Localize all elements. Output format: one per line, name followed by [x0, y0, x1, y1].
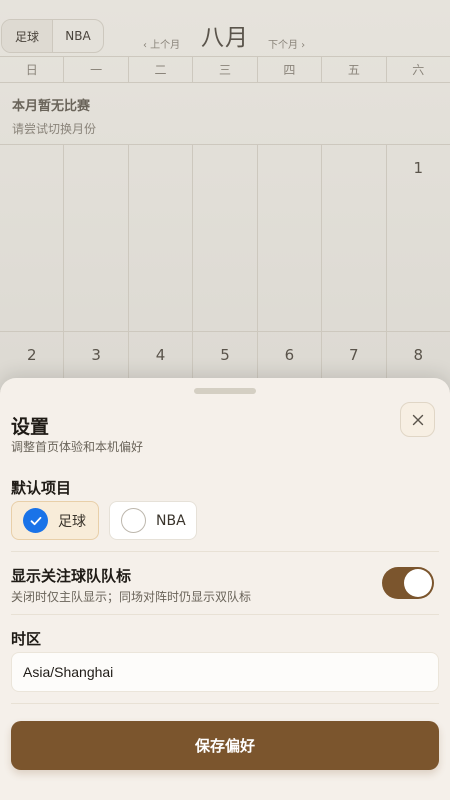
calendar-header: 足球 NBA ‹ 上个月 八月 下个月 ›: [0, 0, 450, 56]
day-number: 5: [220, 346, 230, 364]
divider: [11, 551, 439, 552]
weekday-label: 一: [64, 57, 129, 82]
empty-title: 本月暂无比赛: [12, 99, 91, 114]
prev-month-link[interactable]: ‹ 上个月: [143, 36, 180, 51]
weekday-label: 四: [258, 57, 323, 82]
day-number: 4: [155, 346, 166, 364]
day-number: 2: [26, 346, 37, 364]
team-logo-description: 关闭时仅主队显示；同场对阵时仍显示双队标: [11, 590, 252, 604]
day-cell[interactable]: [322, 145, 387, 331]
month-title: 八月: [201, 25, 249, 51]
day-cell[interactable]: [64, 145, 129, 331]
radio-checked-icon: [23, 508, 48, 533]
empty-hint: 请尝试切换月份: [12, 122, 97, 136]
divider: [11, 614, 439, 615]
weekday-label: 三: [193, 57, 258, 82]
day-number: 1: [413, 159, 424, 177]
option-label: NBA: [156, 512, 186, 529]
option-label: 足球: [58, 513, 86, 530]
day-cell[interactable]: [258, 145, 323, 331]
day-number: 3: [91, 346, 101, 364]
timezone-label: 时区: [11, 630, 42, 648]
close-icon: [412, 414, 423, 425]
toggle-knob: [404, 569, 432, 597]
day-number: 6: [284, 346, 295, 364]
timezone-input[interactable]: [11, 652, 439, 692]
settings-subtitle: 调整首页体验和本机偏好: [11, 440, 144, 454]
day-number: 8: [413, 346, 424, 364]
team-logo-toggle[interactable]: [382, 567, 434, 599]
settings-title: 设置: [11, 416, 50, 438]
day-cell[interactable]: [0, 145, 65, 331]
calendar-week-row: 1: [0, 145, 450, 332]
day-cell[interactable]: [193, 145, 258, 331]
day-cell[interactable]: [129, 145, 194, 331]
divider: [11, 703, 439, 704]
weekday-label: 五: [322, 57, 387, 82]
close-button[interactable]: [400, 402, 435, 437]
weekday-label: 日: [0, 57, 65, 82]
save-preferences-button[interactable]: 保存偏好: [11, 721, 439, 770]
default-sport-option-football[interactable]: 足球: [11, 501, 99, 540]
empty-month-notice: 本月暂无比赛 请尝试切换月份: [0, 83, 450, 145]
weekday-label: 二: [129, 57, 194, 82]
radio-unchecked-icon: [121, 508, 146, 533]
team-logo-label: 显示关注球队队标: [11, 567, 132, 585]
month-nav: ‹ 上个月 八月 下个月 ›: [0, 0, 450, 56]
sheet-drag-handle[interactable]: [194, 388, 256, 394]
default-sport-option-nba[interactable]: NBA: [109, 501, 197, 540]
default-sport-label: 默认项目: [11, 479, 72, 497]
weekday-label: 六: [412, 63, 425, 77]
settings-sheet: 设置 调整首页体验和本机偏好 默认项目 足球 NBA 显示关注球队队标 关闭时仅…: [0, 378, 450, 800]
next-month-link[interactable]: 下个月 ›: [268, 36, 305, 51]
weekday-header: 日 一 二 三 四 五 六: [0, 56, 450, 83]
day-number: 7: [349, 346, 359, 364]
day-cell[interactable]: 1: [387, 145, 450, 331]
